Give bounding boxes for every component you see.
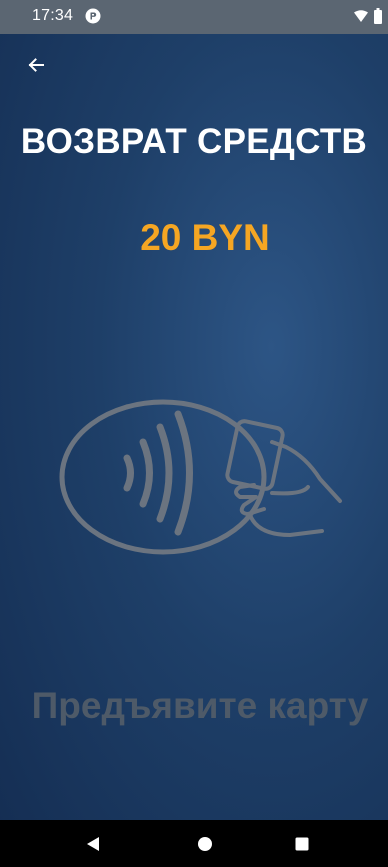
back-button[interactable]: [26, 55, 66, 95]
nav-back-button[interactable]: [63, 820, 123, 867]
status-time: 17:34: [32, 7, 74, 24]
arrow-left-icon: [28, 58, 44, 72]
battery-icon: [374, 8, 382, 24]
navigation-bar: [0, 820, 388, 867]
page-title: ВОЗВРАТ СРЕДСТВ: [20, 122, 368, 161]
wifi-icon: [354, 10, 368, 22]
app-notification-icon: [85, 8, 101, 24]
screen: 17:34 ВОЗВРАТ СРЕДСТВ 20 BYN Предъявите …: [0, 0, 388, 867]
present-card-prompt: Предъявите карту: [31, 685, 369, 726]
status-bar: 17:34: [0, 0, 388, 34]
amount-value: 20 BYN: [140, 217, 270, 258]
nav-recents-icon: [295, 837, 309, 850]
contactless-payment-icon: [59, 399, 342, 555]
nav-back-icon: [87, 836, 99, 851]
nav-home-button[interactable]: [175, 820, 235, 867]
nav-home-icon: [198, 836, 212, 851]
nav-recents-button[interactable]: [272, 820, 332, 867]
